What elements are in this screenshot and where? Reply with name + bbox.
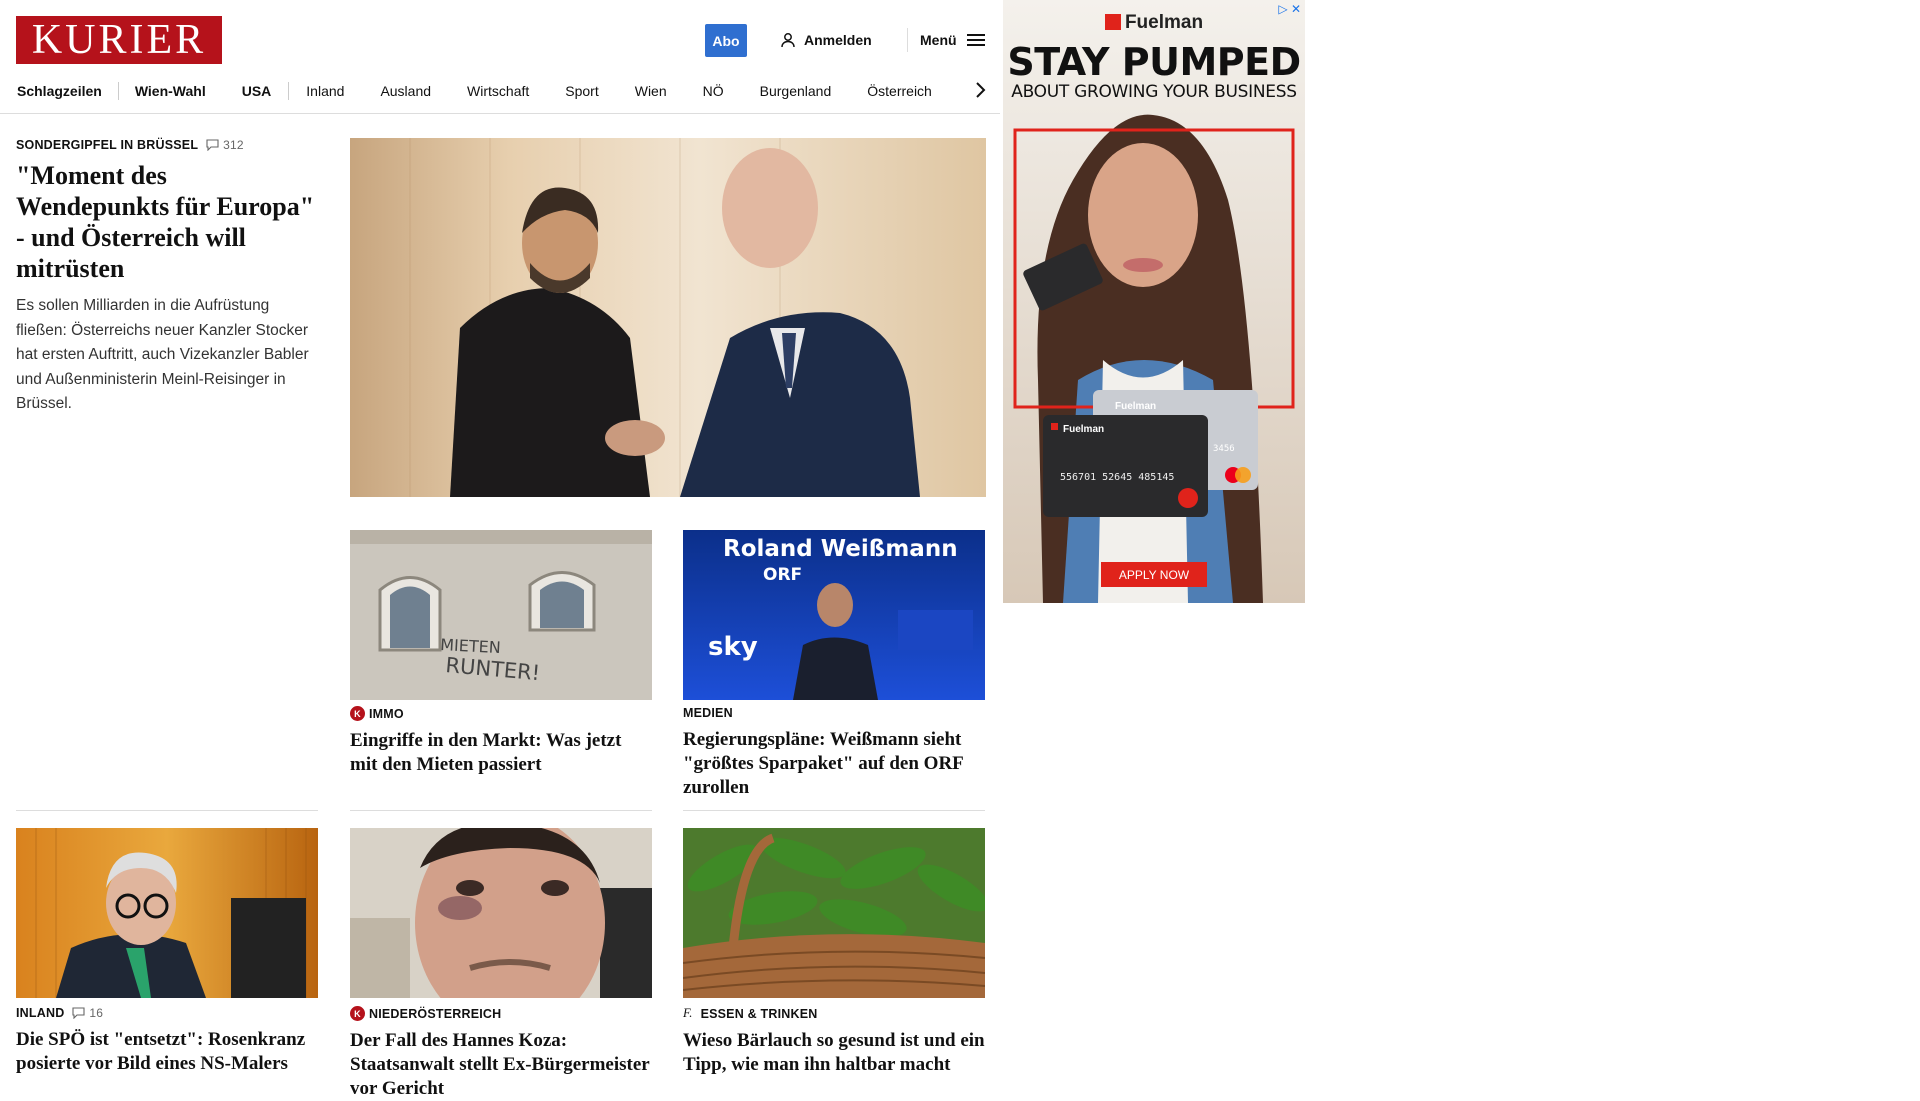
comment-icon bbox=[206, 139, 219, 151]
nav-item-oesterreich[interactable]: Österreich bbox=[867, 83, 932, 99]
nav-item-inland[interactable]: Inland bbox=[306, 83, 344, 99]
lead-kicker: SONDERGIPFEL IN BRÜSSEL 312 bbox=[16, 138, 321, 152]
ad-brand-name: Fuelman bbox=[1124, 12, 1204, 33]
card-immo[interactable]: K IMMO Eingriffe in den Markt: Was jetzt… bbox=[350, 706, 652, 777]
nav-item-schlagzeilen[interactable]: Schlagzeilen bbox=[17, 83, 102, 99]
lead-headline[interactable]: "Moment des Wendepunkts für Europa" - un… bbox=[16, 160, 321, 284]
card-medien[interactable]: MEDIEN Regierungspläne: Weißmann sieht "… bbox=[683, 706, 985, 800]
card-kicker: INLAND 16 bbox=[16, 1006, 318, 1020]
card-niederoesterreich[interactable]: K NIEDERÖSTERREICH Der Fall des Hannes K… bbox=[350, 1006, 652, 1101]
nav-divider bbox=[288, 82, 290, 100]
divider bbox=[683, 810, 985, 811]
ad-card-number: 556701 52645 485145 bbox=[1060, 472, 1175, 483]
card-image-medien[interactable]: Roland Weißmann ORF sky bbox=[683, 530, 985, 700]
nav-item-ausland[interactable]: Ausland bbox=[380, 83, 431, 99]
genuss-icon: f. bbox=[683, 1006, 693, 1020]
card-kicker: K IMMO bbox=[350, 706, 652, 721]
card-kicker-label: ESSEN & TRINKEN bbox=[700, 1006, 818, 1021]
menu-label: Menü bbox=[920, 32, 957, 48]
sky-logo: sky bbox=[708, 632, 758, 662]
nav-item-wirtschaft[interactable]: Wirtschaft bbox=[467, 83, 529, 99]
card-kicker-label: NIEDERÖSTERREICH bbox=[369, 1006, 502, 1021]
card-inland[interactable]: INLAND 16 Die SPÖ ist "entsetzt": Rosenk… bbox=[16, 1006, 318, 1076]
card-kicker: K NIEDERÖSTERREICH bbox=[350, 1006, 652, 1021]
comment-count[interactable]: 312 bbox=[206, 138, 244, 152]
card-image-essen[interactable] bbox=[683, 828, 985, 998]
nav-item-wien-wahl[interactable]: Wien-Wahl bbox=[135, 83, 206, 99]
kurier-plus-badge-icon: K bbox=[350, 706, 365, 721]
lead-article[interactable]: SONDERGIPFEL IN BRÜSSEL 312 "Moment des … bbox=[16, 138, 321, 417]
ad-headline: STAY PUMPED bbox=[1007, 40, 1301, 84]
card-image-immo[interactable]: MIETEN RUNTER! bbox=[350, 530, 652, 700]
user-icon bbox=[781, 33, 795, 48]
divider bbox=[16, 810, 318, 811]
chevron-right-icon[interactable] bbox=[968, 78, 992, 102]
lead-teaser: Es sollen Milliarden in die Aufrüstung f… bbox=[16, 297, 309, 412]
nav-item-sport[interactable]: Sport bbox=[565, 83, 598, 99]
nav-divider-line bbox=[0, 113, 1000, 114]
card-kicker: f. ESSEN & TRINKEN bbox=[683, 1006, 985, 1021]
kurier-plus-badge-icon: K bbox=[350, 1006, 365, 1021]
kurier-logo[interactable]: KURIER bbox=[16, 16, 222, 64]
main-navigation: Schlagzeilen Wien-Wahl USA Inland Auslan… bbox=[0, 72, 1000, 110]
lead-image[interactable] bbox=[350, 138, 986, 497]
comment-count[interactable]: 16 bbox=[72, 1006, 103, 1020]
comment-count-value: 16 bbox=[89, 1006, 104, 1020]
card-headline[interactable]: Die SPÖ ist "entsetzt": Rosenkranz posie… bbox=[16, 1028, 318, 1076]
ad-card-back-brand: Fuelman bbox=[1115, 401, 1157, 412]
comment-count-value: 312 bbox=[223, 138, 244, 152]
ad-brand: Fuelman bbox=[1003, 12, 1305, 34]
apply-now-button[interactable]: APPLY NOW bbox=[1101, 562, 1207, 587]
login-label: Anmelden bbox=[804, 32, 872, 48]
card-image-niederoesterreich[interactable] bbox=[350, 828, 652, 998]
card-headline[interactable]: Eingriffe in den Markt: Was jetzt mit de… bbox=[350, 729, 652, 777]
fuelman-logo-icon bbox=[1104, 14, 1121, 30]
login-button[interactable]: Anmelden bbox=[780, 28, 872, 52]
menu-button[interactable]: Menü bbox=[920, 28, 985, 52]
divider bbox=[350, 810, 652, 811]
card-kicker-label: MEDIEN bbox=[683, 706, 733, 720]
card-headline[interactable]: Der Fall des Hannes Koza: Staatsanwalt s… bbox=[350, 1029, 652, 1101]
nav-item-burgenland[interactable]: Burgenland bbox=[760, 83, 832, 99]
abo-button[interactable]: Abo bbox=[705, 24, 747, 57]
card-headline[interactable]: Wieso Bärlauch so gesund ist und ein Tip… bbox=[683, 1029, 985, 1077]
header-divider bbox=[907, 28, 908, 52]
ad-subline: ABOUT GROWING YOUR BUSINESS bbox=[1011, 82, 1297, 102]
nav-item-noe[interactable]: NÖ bbox=[703, 83, 724, 99]
lead-kicker-label: SONDERGIPFEL IN BRÜSSEL bbox=[16, 138, 199, 152]
card-image-inland[interactable] bbox=[16, 828, 318, 998]
banner-title: Roland Weißmann bbox=[723, 536, 958, 562]
card-kicker: MEDIEN bbox=[683, 706, 985, 720]
ad-card-brand: Fuelman bbox=[1063, 424, 1105, 435]
advertisement[interactable]: ▷ ✕ Fuelman STAY PUMPED ABOUT GROWING YO… bbox=[1003, 0, 1305, 603]
banner-subtitle: ORF bbox=[763, 565, 802, 585]
card-headline[interactable]: Regierungspläne: Weißmann sieht "größtes… bbox=[683, 728, 985, 800]
ad-card-last-digits: 3456 bbox=[1213, 444, 1235, 454]
comment-icon bbox=[72, 1007, 85, 1019]
card-kicker-label: INLAND bbox=[16, 1006, 65, 1020]
nav-item-usa[interactable]: USA bbox=[242, 83, 272, 99]
hamburger-icon bbox=[966, 34, 985, 46]
card-essen-trinken[interactable]: f. ESSEN & TRINKEN Wieso Bärlauch so ges… bbox=[683, 1006, 985, 1077]
card-kicker-label: IMMO bbox=[369, 706, 404, 721]
nav-divider bbox=[117, 82, 119, 100]
nav-item-wien[interactable]: Wien bbox=[635, 83, 667, 99]
